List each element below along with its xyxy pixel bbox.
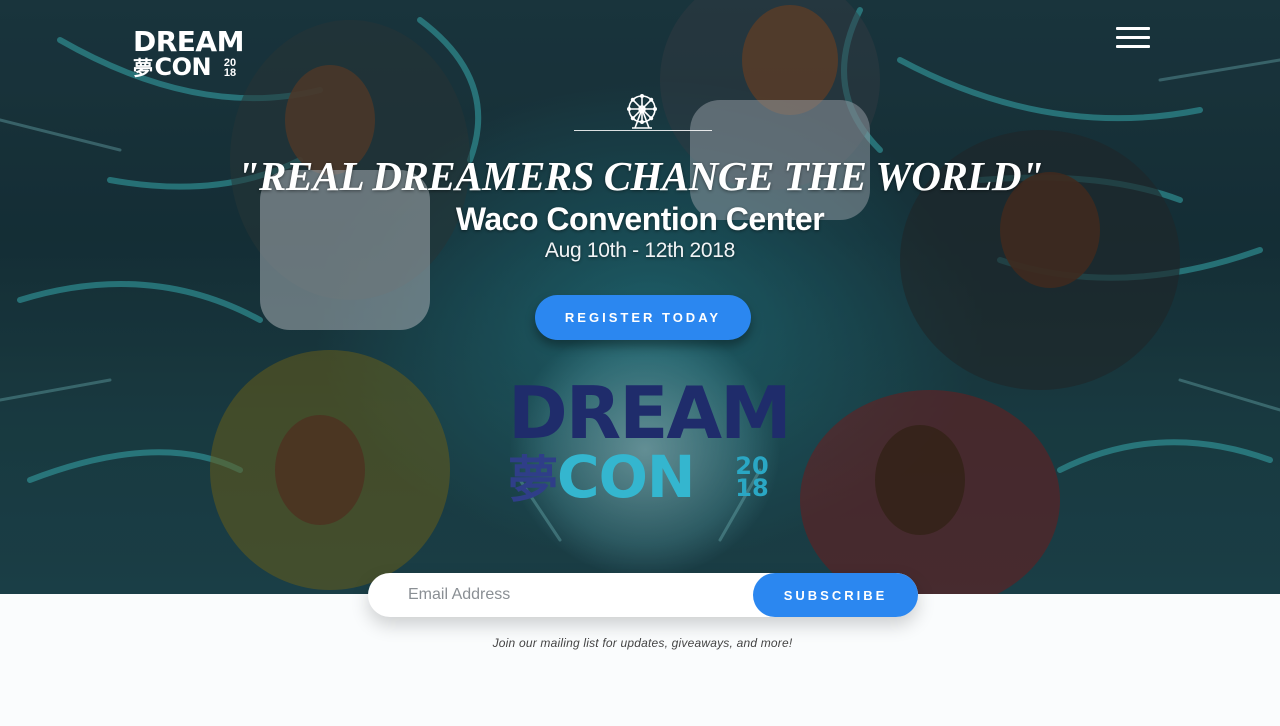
mailing-list-note: Join our mailing list for updates, givea… (492, 636, 793, 650)
email-address-input[interactable] (368, 573, 753, 617)
subscribe-button[interactable]: SUBSCRIBE (753, 573, 918, 617)
center-event-logo: DREAM 夢CON 20 18 (500, 371, 792, 515)
menu-line (1116, 36, 1150, 39)
register-today-button[interactable]: REGISTER TODAY (535, 295, 751, 340)
landing-page: DREAM 夢CON 20 18 "REAL DREAMERS CHANGE T… (0, 0, 1280, 726)
center-logo-year-bottom: 18 (735, 474, 769, 502)
event-dates: Aug 10th - 12th 2018 (544, 239, 736, 262)
event-venue: Waco Convention Center (455, 201, 825, 237)
center-logo-year: 20 18 (732, 454, 772, 502)
hero-tagline: "REAL DREAMERS CHANGE THE WORLD" (236, 153, 1044, 199)
center-logo-dream: DREAM (508, 371, 792, 455)
logo-year: 20 18 (219, 58, 241, 79)
center-logo-con-word: CON (557, 443, 695, 511)
site-logo[interactable]: DREAM 夢CON 20 18 (133, 25, 244, 84)
newsletter-form: SUBSCRIBE (368, 573, 918, 617)
logo-kanji: 夢 (133, 56, 153, 80)
logo-text-con: 夢CON (133, 53, 212, 81)
hero-banner: DREAM 夢CON 20 18 "REAL DREAMERS CHANGE T… (0, 0, 1280, 594)
logo-text-dream: DREAM (133, 25, 244, 58)
menu-line (1116, 45, 1150, 48)
hero-divider (574, 130, 712, 131)
ferris-wheel-icon (627, 94, 657, 129)
center-logo-con: 夢CON (508, 443, 695, 512)
logo-con-word: CON (154, 53, 212, 81)
logo-year-bottom: 18 (223, 67, 237, 79)
menu-line (1116, 27, 1150, 30)
center-logo-kanji: 夢 (508, 451, 558, 509)
hamburger-menu-icon[interactable] (1116, 27, 1152, 49)
